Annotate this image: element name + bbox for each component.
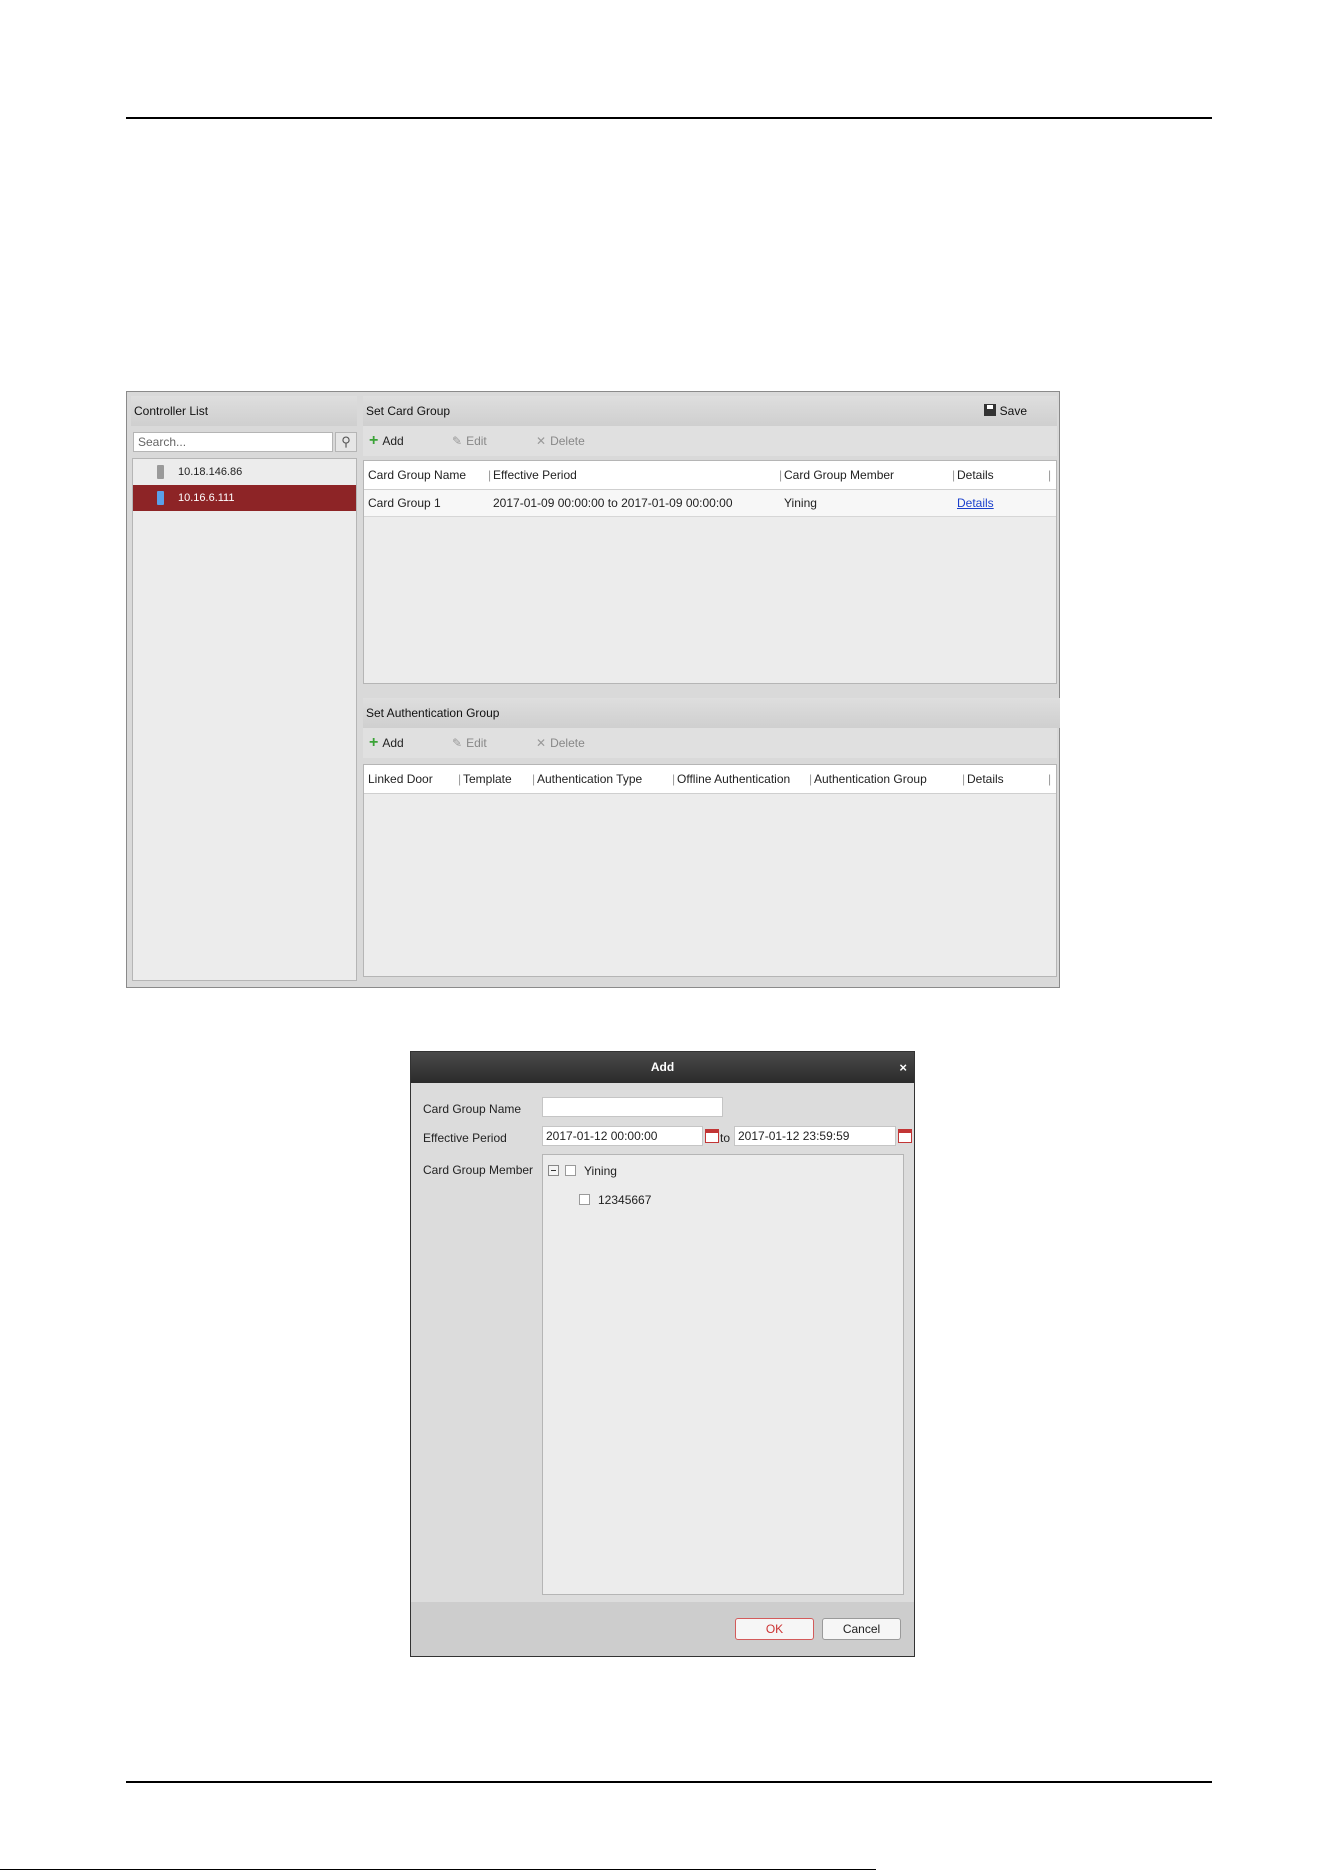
delete-icon: ✕ — [536, 434, 547, 448]
controller-item-2[interactable]: 10.16.6.111 — [133, 485, 356, 511]
column-header[interactable]: Details — [967, 765, 1004, 793]
card-group-name-input[interactable] — [542, 1097, 723, 1117]
delete-icon: ✕ — [536, 736, 547, 750]
column-header[interactable]: Details — [957, 461, 994, 489]
bottom-rule — [126, 1781, 1212, 1783]
calendar-icon[interactable] — [705, 1129, 719, 1143]
add-card-group-dialog: Add × Card Group Name Effective Period 2… — [410, 1051, 915, 1657]
column-header[interactable]: Effective Period — [493, 461, 577, 489]
start-time-input[interactable]: 2017-01-12 00:00:00 — [542, 1126, 703, 1146]
group-checkbox[interactable] — [565, 1165, 576, 1176]
dialog-footer: OK Cancel — [411, 1602, 914, 1656]
auth-group-toolbar: + Add ✎ Edit ✕ Delete — [363, 728, 1057, 758]
member-checkbox[interactable] — [579, 1194, 590, 1205]
card-group-header: Set Card Group Save — [363, 396, 1057, 426]
controller-item-label: 10.16.6.111 — [178, 492, 235, 504]
table-header: Card Group Name | Effective Period | Car… — [364, 461, 1056, 490]
dialog-title: Add — [650, 1060, 675, 1074]
card-group-name-cell: Card Group 1 — [368, 496, 441, 510]
table-row[interactable]: Card Group 1 2017-01-09 00:00:00 to 2017… — [364, 490, 1056, 517]
column-header[interactable]: Card Group Name — [368, 461, 466, 489]
save-label: Save — [999, 404, 1027, 418]
close-icon[interactable]: × — [899, 1052, 907, 1083]
table-header: Linked Door | Template | Authentication … — [364, 765, 1056, 794]
column-separator: | — [952, 468, 956, 482]
calendar-icon[interactable] — [898, 1129, 912, 1143]
edit-auth-group-button[interactable]: ✎ Edit — [452, 728, 487, 758]
delete-card-group-button[interactable]: ✕ Delete — [536, 426, 585, 456]
controller-item-1[interactable]: 10.18.146.86 — [133, 459, 356, 485]
card-group-table: Card Group Name | Effective Period | Car… — [363, 460, 1057, 684]
save-button[interactable]: Save — [983, 396, 1027, 426]
card-group-toolbar: + Add ✎ Edit ✕ Delete — [363, 426, 1057, 456]
edit-label: Edit — [466, 736, 487, 750]
device-icon — [157, 465, 164, 479]
add-card-group-button[interactable]: + Add — [369, 426, 404, 456]
effective-period-label: Effective Period — [423, 1131, 507, 1145]
controller-list-title: Controller List — [131, 396, 357, 426]
controller-list-panel: Controller List Search... ⚲ 10.18.146.86… — [131, 396, 357, 981]
column-header[interactable]: Offline Authentication — [677, 765, 790, 793]
auth-group-table: Linked Door | Template | Authentication … — [363, 764, 1057, 977]
column-header[interactable]: Linked Door — [368, 765, 433, 793]
card-group-panel: Set Card Group Save + Add ✎ Edit ✕ Delete C… — [363, 396, 1060, 981]
card-group-window: Controller List Search... ⚲ 10.18.146.86… — [126, 391, 1060, 988]
column-header[interactable]: Authentication Group — [814, 765, 927, 793]
ok-button[interactable]: OK — [735, 1618, 814, 1640]
save-icon — [983, 404, 996, 416]
card-group-name-label: Card Group Name — [423, 1102, 522, 1116]
member-label: 12345667 — [598, 1193, 652, 1207]
dialog-titlebar: Add × — [411, 1052, 914, 1083]
search-input[interactable]: Search... — [133, 432, 333, 452]
effective-period-cell: 2017-01-09 00:00:00 to 2017-01-09 00:00:… — [493, 496, 733, 510]
tree-node-member[interactable]: 12345667 — [579, 1192, 651, 1208]
column-separator: | — [962, 772, 966, 786]
controller-list: 10.18.146.86 10.16.6.111 — [132, 458, 357, 981]
delete-auth-group-button[interactable]: ✕ Delete — [536, 728, 585, 758]
edit-label: Edit — [466, 434, 487, 448]
column-separator: | — [488, 468, 492, 482]
controller-item-label: 10.18.146.86 — [178, 466, 243, 478]
group-label: Yining — [584, 1164, 617, 1178]
collapse-icon[interactable] — [548, 1165, 559, 1176]
search-icon[interactable]: ⚲ — [335, 432, 357, 452]
column-separator: | — [532, 772, 536, 786]
card-group-title: Set Card Group — [366, 404, 451, 418]
add-label: Add — [382, 434, 404, 448]
cancel-button[interactable]: Cancel — [822, 1618, 901, 1640]
edit-icon: ✎ — [452, 434, 463, 448]
member-cell: Yining — [784, 496, 817, 510]
column-header[interactable]: Authentication Type — [537, 765, 642, 793]
device-icon — [157, 491, 164, 505]
card-group-member-label: Card Group Member — [423, 1163, 534, 1177]
edit-icon: ✎ — [452, 736, 463, 750]
end-time-input[interactable]: 2017-01-12 23:59:59 — [734, 1126, 896, 1146]
column-separator: | — [458, 772, 462, 786]
footnote-rule — [0, 1869, 876, 1870]
edit-card-group-button[interactable]: ✎ Edit — [452, 426, 487, 456]
tree-node-group[interactable]: Yining — [548, 1163, 617, 1179]
details-link[interactable]: Details — [957, 490, 994, 516]
column-separator: | — [1048, 468, 1052, 482]
to-label: to — [720, 1131, 731, 1145]
column-separator: | — [1048, 772, 1052, 786]
member-tree: Yining 12345667 — [542, 1154, 904, 1595]
delete-label: Delete — [550, 736, 585, 750]
add-label: Add — [382, 736, 404, 750]
auth-group-title: Set Authentication Group — [363, 698, 1060, 728]
add-auth-group-button[interactable]: + Add — [369, 728, 404, 758]
delete-label: Delete — [550, 434, 585, 448]
top-rule — [126, 117, 1212, 119]
column-header[interactable]: Template — [463, 765, 512, 793]
plus-icon: + — [369, 734, 379, 751]
plus-icon: + — [369, 432, 379, 449]
column-separator: | — [809, 772, 813, 786]
column-separator: | — [672, 772, 676, 786]
column-separator: | — [779, 468, 783, 482]
column-header[interactable]: Card Group Member — [784, 461, 894, 489]
